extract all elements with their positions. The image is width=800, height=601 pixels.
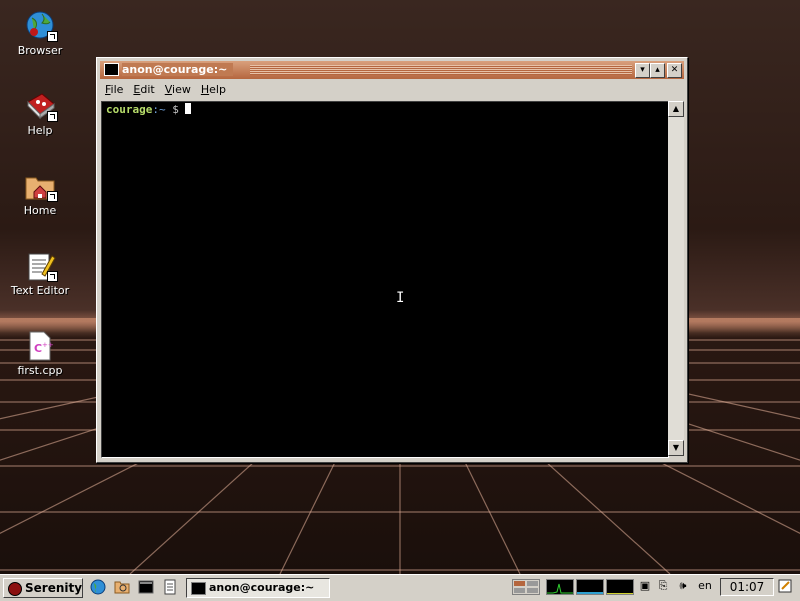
workspace-switcher[interactable]: [512, 579, 540, 595]
terminal-icon: [191, 582, 206, 595]
cpu-graph[interactable]: [546, 579, 574, 595]
ibeam-cursor-icon: I: [396, 290, 405, 306]
menu-view[interactable]: View: [160, 81, 196, 98]
close-button[interactable]: ✕: [667, 63, 682, 78]
audio-icon[interactable]: 🕪: [676, 579, 690, 593]
prompt-symbol: $: [165, 103, 186, 116]
desktop-icon-home[interactable]: Home: [0, 170, 80, 217]
scroll-down-button[interactable]: ▼: [668, 440, 684, 456]
text-cursor: [185, 103, 192, 114]
titlebar-stripes: [250, 65, 632, 75]
desktop-icon-first-cpp[interactable]: C ++ first.cpp: [0, 330, 80, 377]
window-title: anon@courage:~: [122, 63, 234, 76]
shell-prompt: courage:~ $: [106, 103, 192, 116]
keyboard-layout[interactable]: en: [696, 579, 714, 593]
menu-edit[interactable]: Edit: [128, 81, 159, 98]
start-button[interactable]: Serenity: [3, 578, 83, 598]
clock[interactable]: 01:07: [720, 578, 774, 596]
system-tray: ▣ ⎘ 🕪 en 01:07: [512, 578, 796, 596]
maximize-button[interactable]: ▴: [650, 63, 665, 78]
svg-text:++: ++: [42, 341, 54, 349]
desktop-icon-label: Help: [27, 124, 53, 137]
browser-globe-icon: [24, 10, 58, 42]
taskbar-task-terminal[interactable]: anon@courage:~: [186, 578, 330, 598]
terminal-icon: [104, 63, 119, 76]
scroll-up-button[interactable]: ▲: [668, 101, 684, 117]
taskbar: Serenity anon@courage:~ ▣ ⎘ 🕪 en 01:07: [0, 574, 800, 601]
prompt-path: :~: [152, 103, 166, 116]
help-book-icon: [24, 90, 58, 122]
desktop-icon-label: Browser: [17, 44, 63, 57]
terminal-output[interactable]: courage:~ $ I: [101, 101, 669, 458]
window-titlebar[interactable]: anon@courage:~ ▾ ▴ ✕: [100, 61, 684, 79]
minimize-button[interactable]: ▾: [635, 63, 650, 78]
desktop-icon-label: first.cpp: [17, 364, 63, 377]
network-icon[interactable]: ▣: [638, 579, 652, 593]
terminal-window[interactable]: anon@courage:~ ▾ ▴ ✕ File Edit View Help co…: [96, 57, 688, 463]
desktop-icon-label: Text Editor: [10, 284, 70, 297]
menubar: File Edit View Help: [100, 81, 684, 99]
desktop-icon-browser[interactable]: Browser: [0, 10, 80, 57]
desktop-icon-help[interactable]: Help: [0, 90, 80, 137]
home-folder-icon: [24, 170, 58, 202]
memory-graph[interactable]: [576, 579, 604, 595]
desktop-icon-label: Home: [23, 204, 57, 217]
text-editor-icon: [24, 250, 58, 282]
clipboard-icon[interactable]: ⎘: [656, 579, 670, 593]
quicklaunch-text-editor-icon[interactable]: [162, 579, 178, 595]
desktop-icon-text-editor[interactable]: Text Editor: [0, 250, 80, 297]
menu-help[interactable]: Help: [196, 81, 231, 98]
quicklaunch-terminal-icon[interactable]: [138, 579, 154, 595]
svg-text:C: C: [34, 342, 42, 355]
cpp-file-icon: C ++: [24, 330, 56, 362]
notes-icon[interactable]: [778, 579, 792, 593]
quicklaunch-browser-icon[interactable]: [90, 579, 106, 595]
vertical-scrollbar[interactable]: ▲ ▼: [668, 101, 684, 456]
serenity-logo-icon: [8, 582, 22, 596]
menu-file[interactable]: File: [100, 81, 128, 98]
network-graph[interactable]: [606, 579, 634, 595]
quicklaunch-file-manager-icon[interactable]: [114, 579, 130, 595]
task-label: anon@courage:~: [209, 581, 315, 594]
prompt-user: courage: [106, 103, 153, 116]
start-label: Serenity: [25, 581, 83, 595]
